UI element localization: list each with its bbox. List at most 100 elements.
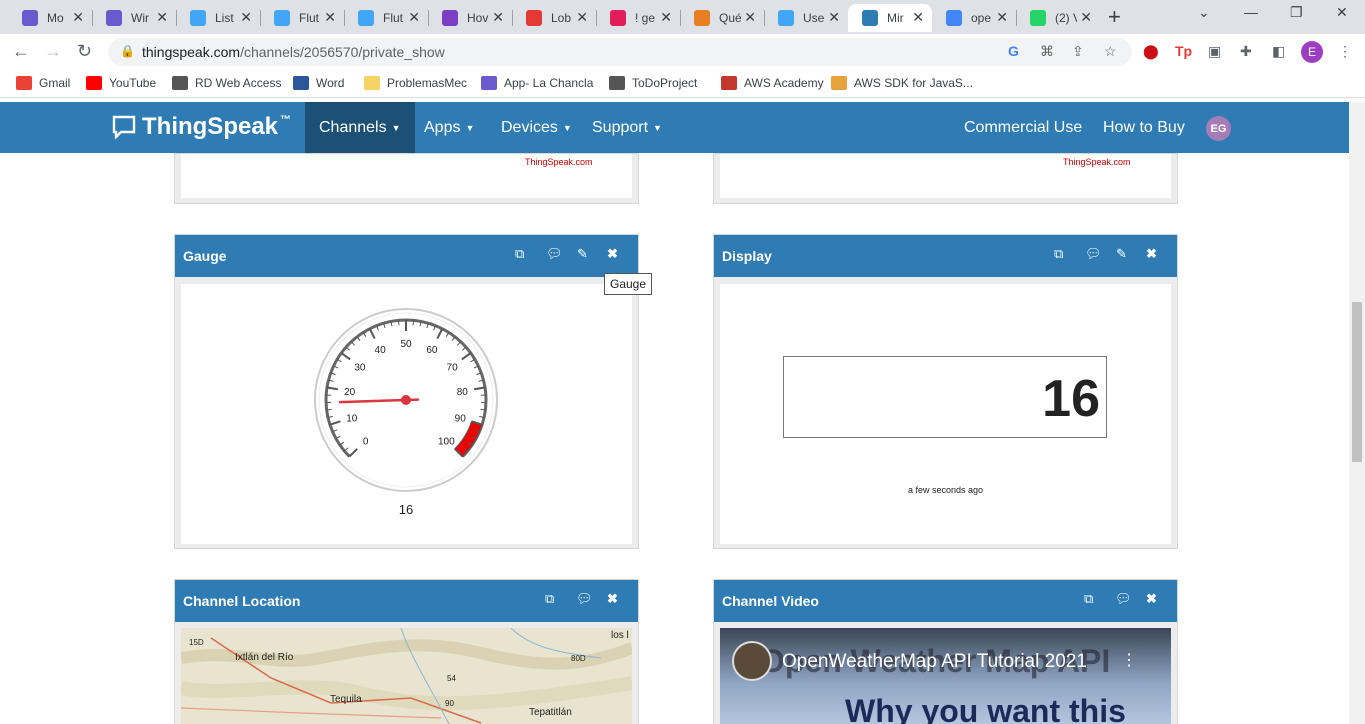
tab-close-icon[interactable]: ✕ bbox=[1080, 9, 1092, 26]
reload-icon[interactable]: ↻ bbox=[77, 41, 92, 62]
bookmark-favicon-icon bbox=[609, 76, 625, 90]
tab-close-icon[interactable]: ✕ bbox=[72, 9, 84, 26]
scrollbar-thumb[interactable] bbox=[1352, 302, 1362, 462]
forward-icon[interactable]: → bbox=[44, 41, 62, 62]
new-tab-button[interactable]: + bbox=[1108, 4, 1121, 30]
chart-watermark[interactable]: ThingSpeak.com bbox=[1063, 157, 1131, 167]
bookmark-item[interactable]: AWS Academy bbox=[721, 76, 824, 90]
restore-icon[interactable]: ❐ bbox=[1290, 4, 1303, 21]
comment-icon[interactable]: 💬︎ bbox=[576, 591, 593, 607]
tab-close-icon[interactable]: ✕ bbox=[912, 9, 924, 26]
tab-close-icon[interactable]: ✕ bbox=[408, 9, 420, 26]
tab-close-icon[interactable]: ✕ bbox=[324, 9, 336, 26]
close-window-icon[interactable]: ✕ bbox=[1336, 4, 1348, 21]
tab-close-icon[interactable]: ✕ bbox=[576, 9, 588, 26]
close-icon[interactable]: ✖ bbox=[607, 246, 618, 262]
external-link-icon[interactable]: ⧉ bbox=[515, 246, 524, 262]
bookmark-item[interactable]: YouTube bbox=[86, 76, 156, 90]
profile-avatar[interactable]: E bbox=[1301, 41, 1323, 63]
edit-pencil-icon[interactable]: ✎ bbox=[577, 246, 588, 262]
tab-close-icon[interactable]: ✕ bbox=[492, 9, 504, 26]
side-panel-icon[interactable]: ◧ bbox=[1272, 43, 1285, 60]
browser-tab[interactable]: Hov ✕ bbox=[428, 4, 512, 32]
nav-how-to-buy[interactable]: How to Buy bbox=[1089, 102, 1199, 153]
tab-title: (2) V bbox=[1055, 11, 1077, 25]
browser-tab[interactable]: Lob ✕ bbox=[512, 4, 596, 32]
tab-separator bbox=[764, 10, 765, 26]
opera-extension-icon[interactable]: ⬤ bbox=[1143, 43, 1159, 60]
translate-icon[interactable]: ⌘ bbox=[1040, 43, 1054, 60]
tab-search-icon[interactable]: ⌄ bbox=[1198, 4, 1210, 21]
nav-commercial-use[interactable]: Commercial Use bbox=[950, 102, 1096, 153]
browser-tab[interactable]: ! ge ✕ bbox=[596, 4, 680, 32]
channel-avatar[interactable] bbox=[732, 641, 772, 681]
bookmark-label: RD Web Access bbox=[195, 76, 282, 90]
nav-apps[interactable]: Apps ▼ bbox=[410, 102, 488, 153]
tab-close-icon[interactable]: ✕ bbox=[996, 9, 1008, 26]
bookmark-item[interactable]: RD Web Access bbox=[172, 76, 281, 90]
url-text[interactable]: thingspeak.com/channels/2056570/private_… bbox=[142, 44, 445, 60]
external-link-icon[interactable]: ⧉ bbox=[545, 591, 554, 607]
user-avatar[interactable]: EG bbox=[1206, 116, 1231, 141]
browser-tab[interactable]: Wir ✕ bbox=[92, 4, 176, 32]
nav-devices[interactable]: Devices ▼ bbox=[487, 102, 586, 153]
minimize-icon[interactable]: — bbox=[1244, 4, 1258, 20]
logo-bubble-icon bbox=[112, 115, 136, 139]
google-icon[interactable]: G bbox=[1008, 43, 1019, 59]
bookmark-label: YouTube bbox=[109, 76, 157, 90]
gauge-tick-label: 0 bbox=[363, 436, 369, 447]
nav-support[interactable]: Support ▼ bbox=[578, 102, 676, 153]
browser-tab[interactable]: Mir ✕ bbox=[848, 4, 932, 32]
tab-title: Flut bbox=[299, 11, 320, 25]
external-link-icon[interactable]: ⧉ bbox=[1084, 591, 1093, 607]
browser-tab[interactable]: Flut ✕ bbox=[260, 4, 344, 32]
tab-close-icon[interactable]: ✕ bbox=[240, 9, 252, 26]
page-scrollbar[interactable] bbox=[1349, 102, 1365, 724]
comment-icon[interactable]: 💬︎ bbox=[546, 246, 563, 262]
video-title[interactable]: OpenWeatherMap API Tutorial 2021 bbox=[782, 651, 1087, 673]
tab-close-icon[interactable]: ✕ bbox=[660, 9, 672, 26]
display-timestamp: a few seconds ago bbox=[907, 485, 984, 495]
tab-close-icon[interactable]: ✕ bbox=[828, 9, 840, 26]
browser-tab[interactable]: Mo ✕ bbox=[8, 4, 92, 32]
bookmark-item[interactable]: Word bbox=[293, 76, 344, 90]
browser-tab[interactable]: (2) V✕ bbox=[1016, 4, 1100, 32]
browser-tab[interactable]: Qué ✕ bbox=[680, 4, 764, 32]
bookmark-item[interactable]: Gmail bbox=[16, 76, 70, 90]
edit-pencil-icon[interactable]: ✎ bbox=[1116, 246, 1127, 262]
tab-close-icon[interactable]: ✕ bbox=[156, 9, 168, 26]
gauge-needle-hub bbox=[401, 395, 411, 405]
close-icon[interactable]: ✖ bbox=[1146, 591, 1157, 607]
comment-icon[interactable]: 💬︎ bbox=[1085, 246, 1102, 262]
comment-icon[interactable]: 💬︎ bbox=[1115, 591, 1132, 607]
browser-tab[interactable]: Flut ✕ bbox=[344, 4, 428, 32]
thingspeak-logo[interactable]: ThingSpeak ™ bbox=[112, 113, 291, 141]
bookmark-star-icon[interactable]: ☆ bbox=[1104, 43, 1117, 60]
back-icon[interactable]: ← bbox=[12, 41, 30, 62]
bookmark-item[interactable]: App- La Chancla bbox=[481, 76, 593, 90]
bookmark-item[interactable]: ToDoProject bbox=[609, 76, 697, 90]
close-icon[interactable]: ✖ bbox=[607, 591, 618, 607]
close-icon[interactable]: ✖ bbox=[1146, 246, 1157, 262]
gauge-tick-label: 80 bbox=[457, 387, 469, 398]
video-menu-icon[interactable]: ⋮ bbox=[1121, 650, 1137, 670]
bookmark-label: ProblemasMec bbox=[387, 76, 468, 90]
bookmark-item[interactable]: AWS SDK for JavaS... bbox=[831, 76, 973, 90]
puzzle-icon[interactable]: ✚ bbox=[1240, 43, 1252, 60]
video-embed[interactable]: Open Weather Map API Why you want this O… bbox=[720, 628, 1171, 724]
nav-channels[interactable]: Channels ▼ bbox=[305, 102, 415, 153]
browser-tab[interactable]: ope ✕ bbox=[932, 4, 1016, 32]
bookmark-item[interactable]: ProblemasMec bbox=[364, 76, 467, 90]
browser-tab[interactable]: Use ✕ bbox=[764, 4, 848, 32]
tp-extension-icon[interactable]: Tp bbox=[1175, 43, 1192, 59]
share-icon[interactable]: ⇪ bbox=[1072, 43, 1084, 60]
extension-icon[interactable]: ▣ bbox=[1208, 43, 1221, 60]
map-road-label: 90 bbox=[445, 699, 454, 708]
chart-watermark[interactable]: ThingSpeak.com bbox=[525, 157, 593, 167]
location-map[interactable]: Ixtlán del Río Tequila Tepatitlán los l … bbox=[181, 628, 632, 724]
external-link-icon[interactable]: ⧉ bbox=[1054, 246, 1063, 262]
tab-close-icon[interactable]: ✕ bbox=[744, 9, 756, 26]
browser-tab[interactable]: List ✕ bbox=[176, 4, 260, 32]
menu-dots-icon[interactable]: ⋮ bbox=[1338, 43, 1352, 60]
omnibox[interactable]: 🔒 thingspeak.com/channels/2056570/privat… bbox=[108, 38, 1132, 66]
